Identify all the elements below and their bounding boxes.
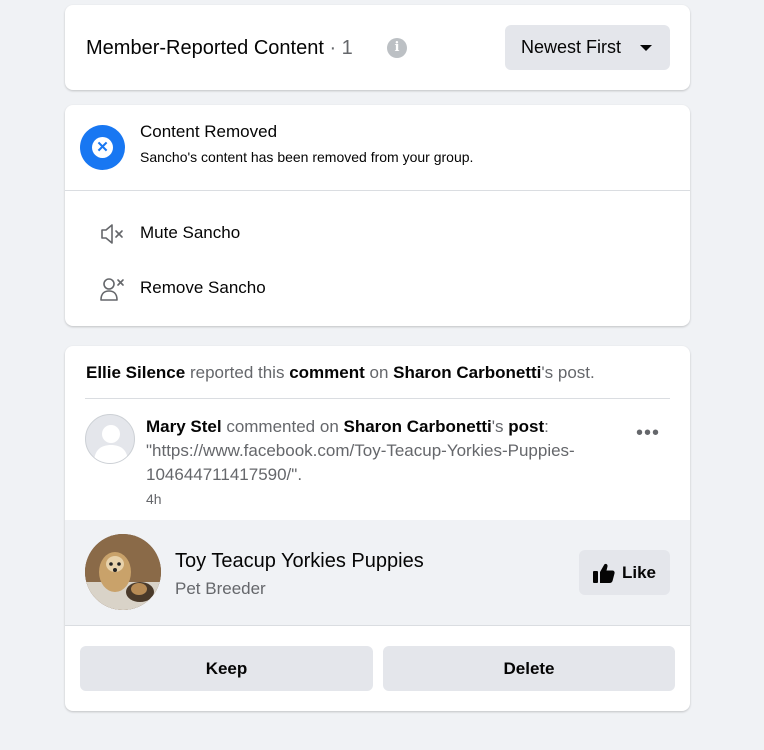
page-preview[interactable]: Toy Teacup Yorkies Puppies Pet Breeder L… [65, 520, 690, 626]
comment-author[interactable]: Mary Stel [146, 417, 222, 436]
report-verb: reported this [185, 363, 290, 382]
content-removed-card: ✕ Content Removed Sancho's content has b… [65, 105, 690, 326]
reported-object[interactable]: comment [289, 363, 365, 382]
removed-title: Content Removed [140, 122, 278, 141]
title-text: Member-Reported Content [86, 37, 324, 59]
caret-down-icon [640, 45, 652, 51]
avatar[interactable] [85, 414, 135, 464]
page-name[interactable]: Toy Teacup Yorkies Puppies [175, 549, 424, 573]
reported-content-header: Member-Reported Content · 1 i Newest Fir… [65, 5, 690, 90]
comment-text: Mary Stel commented on Sharon Carbonetti… [146, 415, 626, 487]
comment-colon: : [544, 417, 549, 436]
info-icon[interactable]: i [387, 38, 407, 58]
remove-person-icon [100, 278, 124, 301]
report-suffix: 's post. [541, 363, 595, 382]
title-separator: · [323, 37, 342, 59]
removed-subtitle: Sancho's content has been removed from y… [140, 149, 474, 165]
more-icon[interactable]: ••• [633, 423, 663, 446]
report-summary: Ellie Silence reported this comment on S… [86, 362, 595, 384]
close-icon: ✕ [80, 125, 125, 170]
page-profile-image [85, 534, 161, 610]
comment-body: "https://www.facebook.com/Toy-Teacup-Yor… [146, 441, 575, 484]
page-title: Member-Reported Content · 1 [86, 36, 353, 60]
report-on: on [364, 363, 394, 382]
divider [85, 398, 670, 399]
post-link[interactable]: post [508, 417, 544, 436]
mute-member-button[interactable]: Mute Sancho [95, 213, 660, 253]
comment-possessive: 's [491, 417, 509, 436]
like-page-button[interactable]: Like [579, 550, 670, 595]
post-owner-name[interactable]: Sharon Carbonetti [393, 363, 541, 382]
comment-post-owner[interactable]: Sharon Carbonetti [344, 417, 492, 436]
remove-member-button[interactable]: Remove Sancho [95, 268, 660, 308]
thumbs-up-icon [593, 563, 615, 583]
sort-dropdown[interactable]: Newest First [505, 25, 670, 70]
mute-icon [101, 224, 123, 244]
delete-button[interactable]: Delete [383, 646, 675, 691]
divider [65, 190, 690, 191]
remove-label: Remove Sancho [140, 278, 266, 297]
report-card: Ellie Silence reported this comment on S… [65, 346, 690, 711]
sort-label: Newest First [521, 37, 622, 57]
keep-button[interactable]: Keep [80, 646, 373, 691]
like-label: Like [622, 563, 657, 582]
report-count: 1 [341, 37, 353, 59]
reporter-name[interactable]: Ellie Silence [86, 363, 185, 382]
comment-verb: commented on [221, 417, 344, 436]
page-category: Pet Breeder [175, 579, 266, 598]
mute-label: Mute Sancho [140, 223, 241, 242]
comment-timestamp[interactable]: 4h [146, 491, 162, 507]
